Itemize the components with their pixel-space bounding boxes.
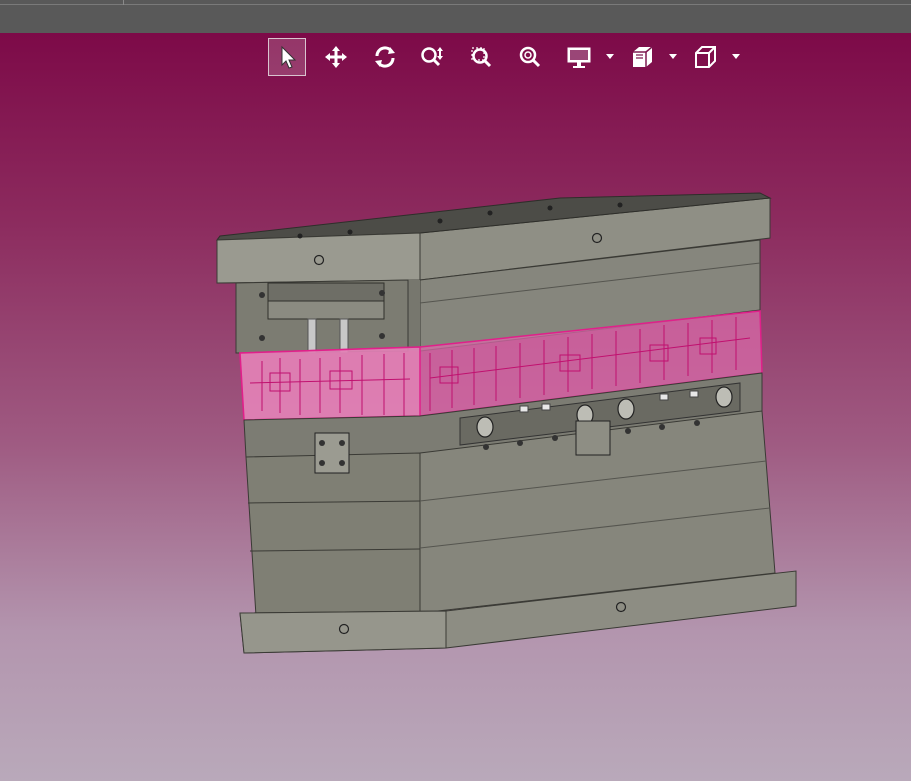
zoom-window-icon xyxy=(471,47,492,68)
display-mode-button[interactable] xyxy=(560,38,598,76)
zoom-dynamic-icon xyxy=(421,47,443,67)
view-cube-icon xyxy=(695,46,716,68)
select-cursor-icon xyxy=(281,45,297,69)
zoom-fit-button[interactable] xyxy=(511,38,549,76)
pan-move-icon xyxy=(325,46,347,68)
section-view-dropdown[interactable] xyxy=(668,50,678,64)
title-bar-divider xyxy=(0,4,911,5)
display-monitor-icon xyxy=(567,47,591,68)
chevron-down-icon xyxy=(669,54,677,59)
rotate-icon xyxy=(375,46,395,68)
top-title-bar xyxy=(0,0,911,34)
select-tool-button[interactable] xyxy=(268,38,306,76)
mold-assembly-model[interactable] xyxy=(0,33,911,781)
chevron-down-icon xyxy=(732,54,740,59)
section-view-button[interactable] xyxy=(623,38,661,76)
pan-tool-button[interactable] xyxy=(317,38,355,76)
view-toolbar xyxy=(268,37,748,77)
chevron-down-icon xyxy=(606,54,614,59)
title-bar-tick xyxy=(123,0,124,5)
zoom-dynamic-button[interactable] xyxy=(413,38,451,76)
zoom-window-button[interactable] xyxy=(462,38,500,76)
display-mode-dropdown[interactable] xyxy=(605,50,615,64)
section-view-icon xyxy=(633,46,653,67)
view-orientation-dropdown[interactable] xyxy=(731,50,741,64)
zoom-fit-icon xyxy=(519,46,541,68)
view-orientation-button[interactable] xyxy=(686,38,724,76)
3d-viewport[interactable] xyxy=(0,33,911,781)
rotate-tool-button[interactable] xyxy=(366,38,404,76)
